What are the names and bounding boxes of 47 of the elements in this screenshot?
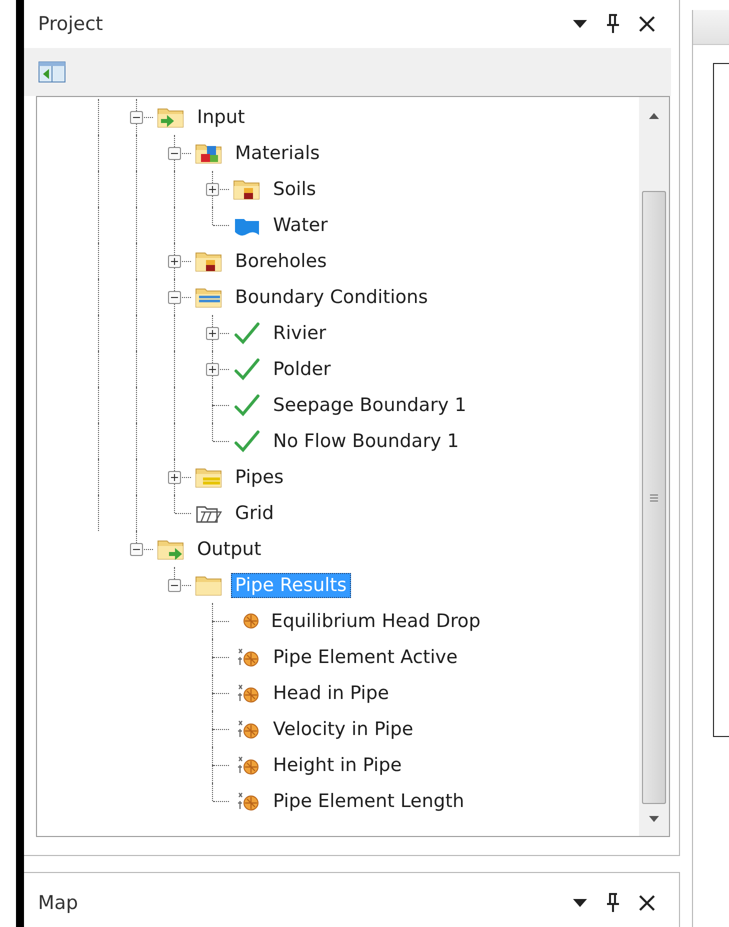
close-icon[interactable] bbox=[639, 16, 655, 32]
scroll-down-button[interactable] bbox=[649, 816, 659, 822]
tree-item[interactable]: Velocity in Pipe bbox=[269, 716, 418, 742]
panel-toggle-button[interactable] bbox=[38, 60, 68, 84]
collapse-toggle[interactable] bbox=[168, 291, 181, 304]
tree-item[interactable]: Pipe Element Active bbox=[269, 644, 462, 670]
tree-item[interactable]: Water bbox=[269, 212, 332, 238]
tree-item[interactable]: Seepage Boundary 1 bbox=[269, 392, 470, 418]
tree-item[interactable]: Polder bbox=[269, 356, 335, 382]
panel-title: Project bbox=[38, 13, 104, 35]
tree-item[interactable]: Input bbox=[193, 104, 249, 130]
expand-toggle[interactable] bbox=[206, 327, 219, 340]
dropdown-icon[interactable] bbox=[573, 899, 587, 907]
expand-toggle[interactable] bbox=[206, 363, 219, 376]
checkmark-icon bbox=[233, 429, 261, 453]
tree-item[interactable]: Height in Pipe bbox=[269, 752, 406, 778]
tree-item[interactable]: Head in Pipe bbox=[269, 680, 394, 706]
tab-strip bbox=[693, 10, 729, 45]
pin-icon[interactable] bbox=[607, 893, 619, 913]
scroll-up-button[interactable] bbox=[649, 113, 659, 119]
expand-toggle[interactable] bbox=[206, 183, 219, 196]
collapse-toggle[interactable] bbox=[168, 147, 181, 160]
tree-item[interactable]: Equilibrium Head Drop bbox=[267, 608, 484, 634]
collapse-toggle[interactable] bbox=[168, 579, 181, 592]
tree-item[interactable]: Output bbox=[193, 536, 266, 562]
pin-icon[interactable] bbox=[607, 14, 619, 34]
tree-item[interactable]: Boundary Conditions bbox=[231, 284, 432, 310]
expand-toggle[interactable] bbox=[168, 255, 181, 268]
tree-item[interactable]: Pipe Element Length bbox=[269, 788, 468, 814]
checkmark-icon bbox=[233, 393, 261, 417]
checkmark-icon bbox=[233, 357, 261, 381]
dropdown-icon[interactable] bbox=[573, 20, 587, 28]
expand-toggle[interactable] bbox=[168, 471, 181, 484]
tree-item[interactable]: Rivier bbox=[269, 320, 330, 346]
close-icon[interactable] bbox=[639, 895, 655, 911]
panel-title: Map bbox=[38, 892, 78, 914]
tree-item[interactable]: Materials bbox=[231, 140, 324, 166]
scrollbar-thumb[interactable] bbox=[642, 191, 666, 804]
tree-item[interactable]: No Flow Boundary 1 bbox=[269, 428, 463, 454]
tree-item[interactable]: Boreholes bbox=[231, 248, 331, 274]
collapse-toggle[interactable] bbox=[130, 543, 143, 556]
checkmark-icon bbox=[233, 321, 261, 345]
gear-icon bbox=[243, 613, 259, 629]
collapse-toggle[interactable] bbox=[130, 111, 143, 124]
tree-item[interactable]: Soils bbox=[269, 176, 320, 202]
tree-item[interactable]: Grid bbox=[231, 500, 278, 526]
tree-item[interactable]: Pipes bbox=[231, 464, 288, 490]
